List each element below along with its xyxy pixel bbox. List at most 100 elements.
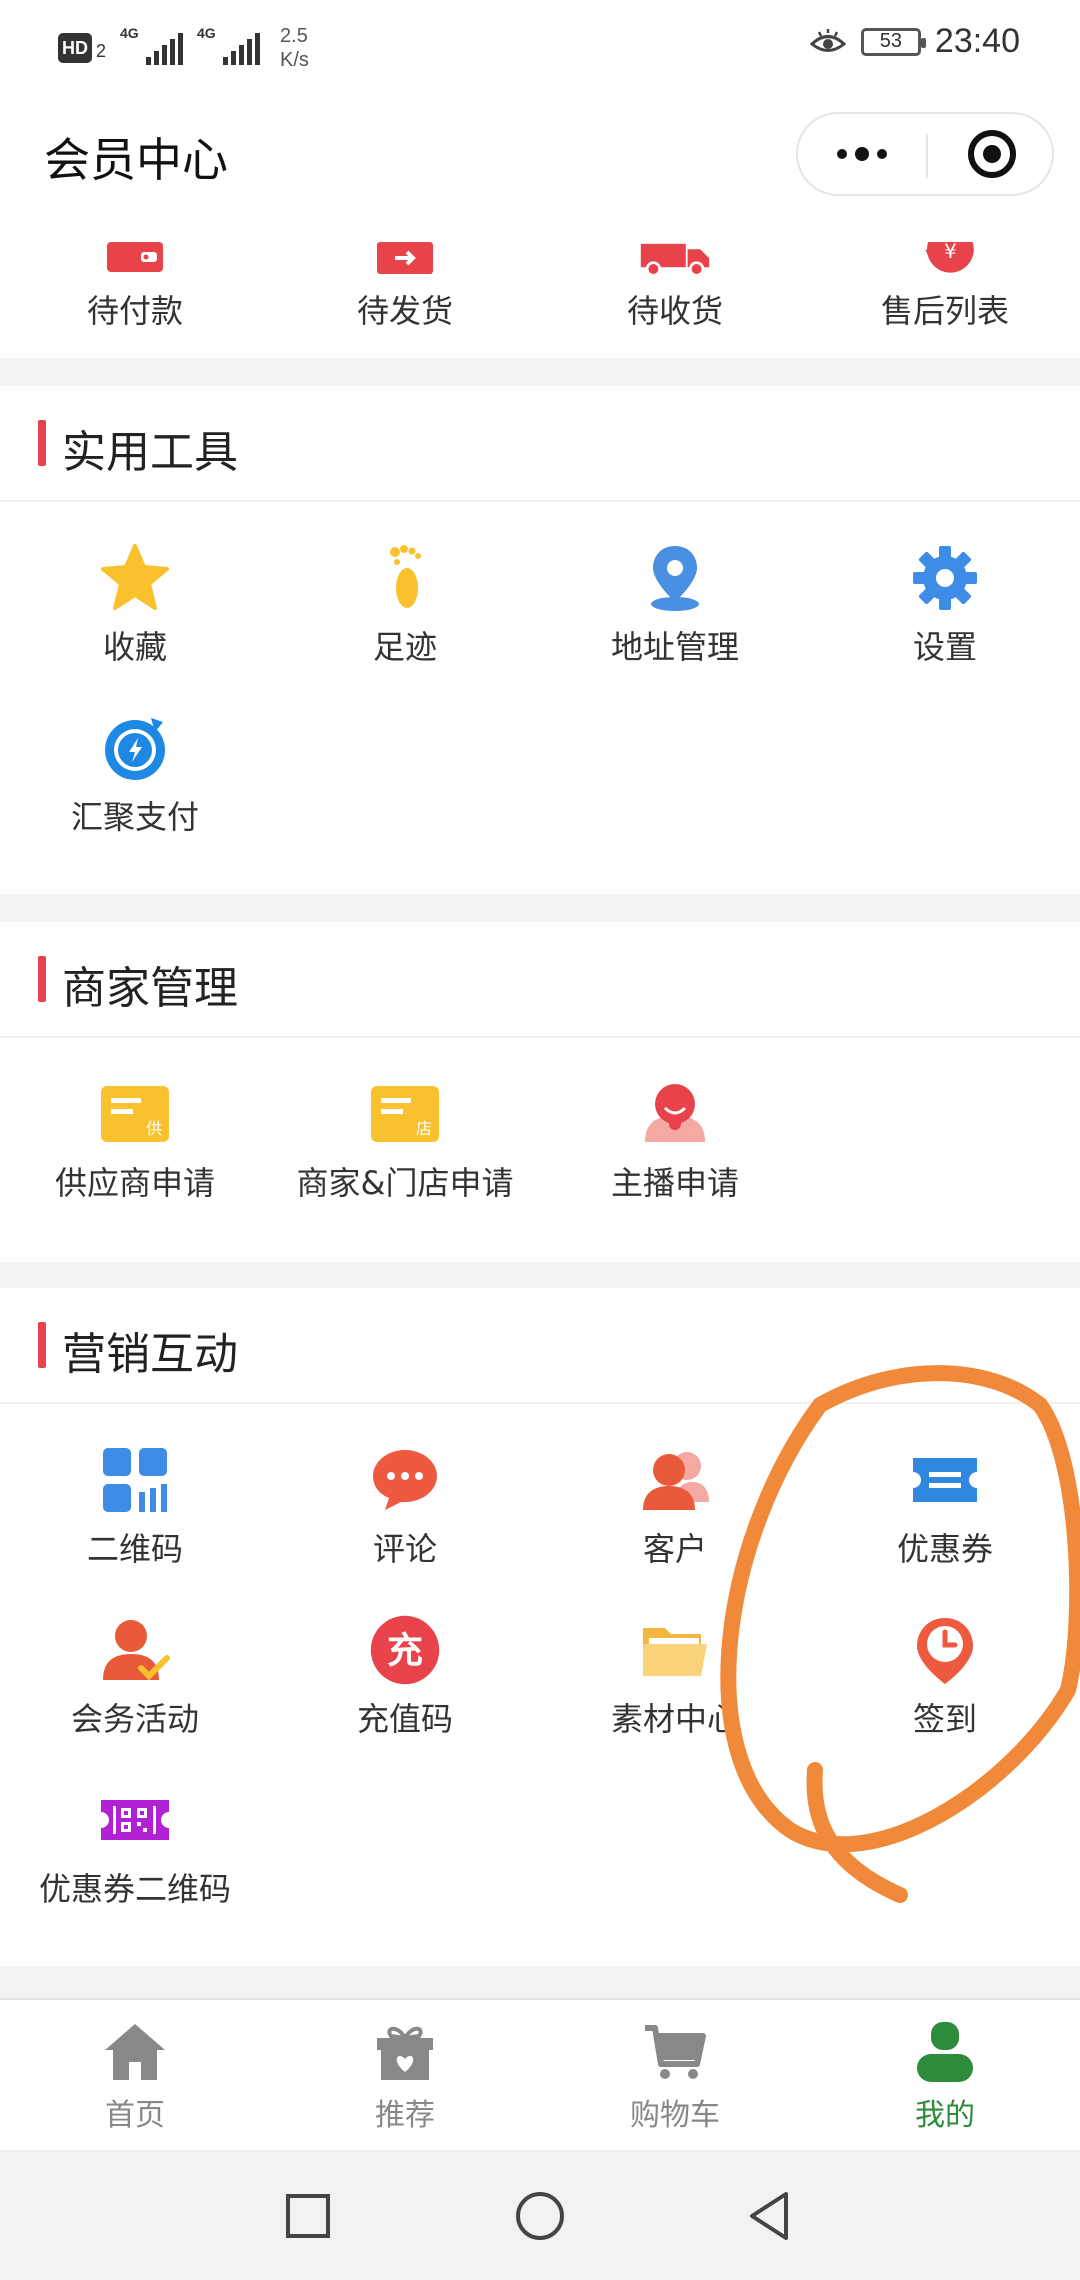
gear-icon: [909, 542, 981, 614]
tab-label: 购物车: [630, 2098, 720, 2133]
order-after-sales[interactable]: ¥ 售后列表: [810, 214, 1080, 358]
marketing-material[interactable]: 素材中心: [540, 1614, 810, 1784]
recents-button[interactable]: [278, 2186, 338, 2246]
tab-mine[interactable]: 我的: [810, 2000, 1080, 2150]
marketing-recharge[interactable]: 充 充值码: [270, 1614, 540, 1784]
svg-text:¥: ¥: [944, 242, 957, 263]
tool-favorites[interactable]: 收藏: [0, 542, 270, 712]
checkin-clock-icon: [909, 1614, 981, 1686]
battery-icon: 53: [860, 27, 926, 56]
signal-1-label: 4G: [120, 25, 139, 41]
coupon-qr-icon: [99, 1784, 171, 1856]
speed-unit: K/s: [280, 49, 309, 71]
anchor-icon: [639, 1078, 711, 1150]
marketing-qrcode[interactable]: 二维码: [0, 1444, 270, 1614]
supplier-card-icon: 供: [99, 1078, 171, 1150]
location-icon: [639, 542, 711, 614]
lightning-pay-icon: [99, 712, 171, 784]
merchant-section: 商家管理 供 供应商申请 店 商家&门店申请 主播申请: [0, 922, 1080, 1262]
ship-box-icon: [369, 242, 441, 278]
merchant-label: 商家&门店申请: [296, 1164, 514, 1202]
tool-label: 设置: [912, 628, 977, 666]
hd-badge: HD: [58, 33, 92, 63]
section-header: 商家管理: [0, 922, 1080, 1038]
marketing-label: 签到: [912, 1700, 977, 1738]
tool-label: 收藏: [102, 628, 167, 666]
refund-icon: ¥: [909, 242, 981, 278]
order-label: 售后列表: [880, 292, 1009, 330]
section-accent-bar: [38, 956, 46, 1002]
footprint-icon: [369, 542, 441, 614]
back-button[interactable]: [740, 2186, 800, 2246]
marketing-label: 优惠券: [896, 1530, 993, 1568]
section-accent-bar: [38, 420, 46, 466]
signal-2-label: 4G: [197, 25, 216, 41]
section-title: 营销互动: [62, 1329, 238, 1380]
tool-label: 足迹: [372, 628, 437, 666]
title-bar: 会员中心: [0, 96, 1080, 214]
gift-icon: [377, 2026, 433, 2080]
marketing-label: 充值码: [356, 1700, 453, 1738]
store-card-icon: 店: [369, 1078, 441, 1150]
merchant-store-apply[interactable]: 店 商家&门店申请: [270, 1078, 540, 1248]
home-icon: [105, 2024, 165, 2080]
section-accent-bar: [38, 1322, 46, 1368]
wallet-icon: [99, 242, 171, 278]
qrcode-grid-icon: [99, 1444, 171, 1516]
event-user-icon: [99, 1614, 171, 1686]
bottom-tab-bar: 首页 推荐 购物车 我的: [0, 1998, 1080, 2150]
user-icon: [917, 2022, 973, 2082]
status-right: 53 23:40: [809, 22, 1020, 61]
status-left: HD 2 4G 4G 2.5 K/s: [58, 24, 309, 72]
tab-label: 我的: [915, 2098, 975, 2133]
miniprogram-capsule: [796, 112, 1054, 196]
tool-settings[interactable]: 设置: [810, 542, 1080, 712]
status-bar: HD 2 4G 4G 2.5 K/s 53 23:40: [0, 0, 1080, 96]
merchant-supplier-apply[interactable]: 供 供应商申请: [0, 1078, 270, 1248]
marketing-label: 二维码: [86, 1530, 183, 1568]
customers-icon: [639, 1444, 711, 1516]
star-icon: [99, 542, 171, 614]
tool-label: 地址管理: [610, 628, 739, 666]
marketing-coupon[interactable]: 优惠券: [810, 1444, 1080, 1614]
marketing-label: 会务活动: [70, 1700, 199, 1738]
tab-cart[interactable]: 购物车: [540, 2000, 810, 2150]
tool-footprint[interactable]: 足迹: [270, 542, 540, 712]
speed-value: 2.5: [280, 25, 308, 47]
section-header: 营销互动: [0, 1288, 1080, 1404]
merchant-anchor-apply[interactable]: 主播申请: [540, 1078, 810, 1248]
marketing-label: 客户: [642, 1530, 707, 1568]
home-button[interactable]: [510, 2186, 570, 2246]
marketing-event[interactable]: 会务活动: [0, 1614, 270, 1784]
cart-icon: [645, 2025, 706, 2079]
hd-sim-index: 2: [96, 40, 107, 61]
close-miniprogram-button[interactable]: [968, 130, 1016, 178]
signal-2-icon: 4G: [197, 25, 261, 65]
marketing-label: 评论: [372, 1530, 437, 1568]
section-title: 商家管理: [62, 963, 238, 1014]
marketing-customers[interactable]: 客户: [540, 1444, 810, 1614]
order-pending-payment[interactable]: 待付款: [0, 214, 270, 358]
capsule-divider: [926, 134, 928, 178]
order-pending-receipt[interactable]: 待收货: [540, 214, 810, 358]
truck-icon: [639, 242, 711, 278]
marketing-coupon-qr[interactable]: 优惠券二维码: [0, 1784, 270, 1954]
eye-comfort-icon: [809, 28, 847, 52]
marketing-label: 素材中心: [610, 1700, 739, 1738]
marketing-checkin[interactable]: 签到: [810, 1614, 1080, 1784]
coupon-icon: [909, 1444, 981, 1516]
tool-aggregate-pay[interactable]: 汇聚支付: [0, 712, 270, 882]
tab-recommend[interactable]: 推荐: [270, 2000, 540, 2150]
tool-label: 汇聚支付: [70, 798, 199, 836]
marketing-section: 营销互动 二维码 评论 客户 优惠券 会务活动 充 充值码 素材中心 签到 优惠…: [0, 1288, 1080, 1966]
more-button[interactable]: [798, 114, 926, 194]
recharge-icon: 充: [369, 1614, 441, 1686]
store-badge-glyph: 店: [416, 1119, 432, 1138]
clock: 23:40: [934, 22, 1020, 60]
tab-home[interactable]: 首页: [0, 2000, 270, 2150]
order-pending-shipment[interactable]: 待发货: [270, 214, 540, 358]
tool-address[interactable]: 地址管理: [540, 542, 810, 712]
marketing-comment[interactable]: 评论: [270, 1444, 540, 1614]
page-title: 会员中心: [44, 133, 228, 187]
recharge-glyph: 充: [387, 1631, 423, 1672]
